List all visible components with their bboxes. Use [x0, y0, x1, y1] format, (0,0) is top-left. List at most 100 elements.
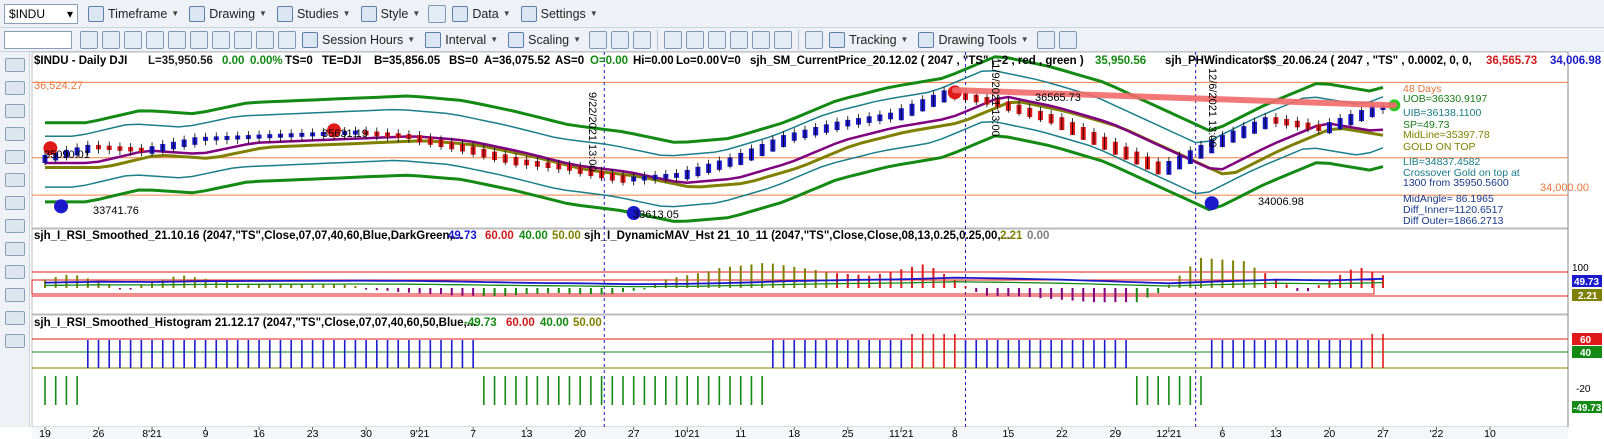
indicator-label: UIB=36138.1100: [1403, 107, 1481, 119]
momentum-bar: [750, 264, 753, 288]
x-axis-label: 15: [1002, 428, 1014, 439]
momentum-bar: [461, 288, 464, 296]
symbol-header: $INDU - Daily DJI: [34, 55, 127, 67]
momentum-bar: [44, 279, 46, 288]
x-axis-label: 23: [307, 428, 319, 439]
x-axis-label: 9'21: [410, 428, 430, 439]
momentum-bar: [1296, 288, 1299, 291]
rsi-value-4: 50.00: [552, 230, 581, 242]
bid-size: BS=0: [449, 55, 478, 67]
momentum-bar: [632, 288, 635, 291]
chart-panels: [31, 51, 1569, 439]
x-axis-label: 7: [470, 428, 476, 439]
right-price-tag: 34,000.00: [1540, 182, 1589, 194]
momentum-bar: [568, 288, 571, 294]
momentum-bar: [547, 288, 550, 294]
price-annotation: 34006.98: [1258, 196, 1304, 208]
histogram-title: sjh_I_RSI_Smoothed_Histogram 21.12.17 (2…: [34, 317, 476, 329]
x-axis-label: 8: [952, 428, 958, 439]
rsi-axis-label: 100: [1572, 263, 1589, 274]
momentum-bar: [814, 270, 817, 288]
momentum-bar: [482, 288, 485, 296]
momentum-bar: [504, 288, 507, 296]
momentum-bar: [600, 288, 603, 295]
price-change-pct: 0.00%: [250, 55, 283, 67]
momentum-bar: [407, 288, 410, 293]
momentum-bar: [1157, 288, 1160, 293]
momentum-bar: [1339, 274, 1342, 288]
momentum-bar: [718, 268, 721, 288]
dynamic-mav-title: sjh_I_DynamicMAV_Hst 21_10_11 (2047,"TS"…: [584, 230, 1010, 242]
vertical-date-label: 12/6/2021 13:00: [1206, 68, 1218, 148]
te-value: TE=DJI: [322, 55, 361, 67]
left-price-tag: 36,524.27: [34, 80, 83, 92]
rsi-value-3: 40.00: [519, 230, 548, 242]
study-current-price: sjh_SM_CurrentPrice_20.12.02 ( 2047 , "T…: [750, 55, 1084, 67]
momentum-bar: [343, 284, 346, 288]
x-axis-label: 18: [788, 428, 800, 439]
momentum-bar: [868, 275, 871, 288]
price-panel-frame: [31, 51, 1569, 229]
indicator-label: Diff Outer=1866.2713: [1403, 215, 1504, 227]
x-axis-label: 8'21: [142, 428, 162, 439]
x-axis-label: 13: [1270, 428, 1282, 439]
hist-axis-label: -20: [1576, 384, 1591, 395]
momentum-bar: [386, 288, 389, 291]
x-axis-label: 9: [203, 428, 209, 439]
momentum-bar: [1253, 267, 1256, 288]
open-value: O=0.00: [590, 55, 628, 67]
momentum-bar: [1381, 275, 1384, 288]
indicator-label: 1300 from 35950.5600: [1403, 177, 1509, 189]
momentum-bar: [1050, 288, 1053, 299]
momentum-bar: [365, 288, 368, 290]
momentum-bar: [1285, 284, 1288, 288]
histogram-value-3: 40.00: [540, 317, 569, 329]
momentum-bar: [1007, 288, 1010, 297]
momentum-bar: [611, 288, 614, 294]
histogram-value-2: 60.00: [506, 317, 535, 329]
x-axis-label: 20: [1324, 428, 1336, 439]
study-phw: sjh_PHWindicator$$_20.06.24 ( 2047 , "TS…: [1165, 55, 1472, 67]
x-axis-label: 6: [1219, 428, 1225, 439]
momentum-bar: [1210, 258, 1213, 288]
momentum-bar: [450, 288, 453, 296]
momentum-bar: [525, 288, 528, 295]
rsi-axis-label: 2.21: [1578, 291, 1598, 302]
momentum-bar: [761, 263, 764, 288]
x-axis-label: 20: [574, 428, 586, 439]
momentum-bar: [1071, 288, 1074, 301]
swing-low-marker: [54, 199, 69, 214]
momentum-bar: [996, 288, 999, 296]
momentum-bar: [1125, 288, 1128, 303]
momentum-bar: [846, 274, 849, 288]
momentum-bar: [622, 288, 624, 293]
study-phw-value-1: 36,565.73: [1486, 55, 1537, 67]
momentum-bar: [1360, 268, 1363, 288]
momentum-bar: [964, 286, 967, 288]
ask-size: AS=0: [555, 55, 584, 67]
momentum-bar: [440, 288, 443, 295]
momentum-bar: [878, 274, 881, 288]
price-annotation: 33613.05: [633, 209, 679, 221]
histogram-value-4: 50.00: [573, 317, 602, 329]
hist-axis-label: 60: [1580, 335, 1592, 346]
momentum-bar: [225, 282, 228, 288]
momentum-bar: [1349, 269, 1352, 288]
momentum-bar: [1092, 288, 1095, 303]
momentum-bar: [1082, 288, 1085, 302]
momentum-bar: [118, 288, 121, 290]
momentum-bar: [493, 288, 496, 296]
momentum-bar: [589, 288, 592, 295]
x-axis-label: '22: [1430, 428, 1444, 439]
rsi-axis-label: 49.73: [1574, 277, 1599, 288]
price-annotation: 33741.76: [93, 205, 139, 217]
chart-canvas[interactable]: $INDU - Daily DJI L=35,950.56 0.00 0.00%…: [0, 0, 1604, 439]
momentum-bar: [1039, 288, 1042, 299]
ask-value: A=36,075.52: [484, 55, 550, 67]
ts-value: TS=0: [285, 55, 313, 67]
hi-value: Hi=0.00: [633, 55, 674, 67]
x-axis-label: 13: [521, 428, 533, 439]
indicator-label: MidLine=35397.78: [1403, 129, 1490, 141]
momentum-bar: [472, 288, 475, 296]
vertical-date-label: 9/22/2021 13:00: [586, 92, 598, 172]
